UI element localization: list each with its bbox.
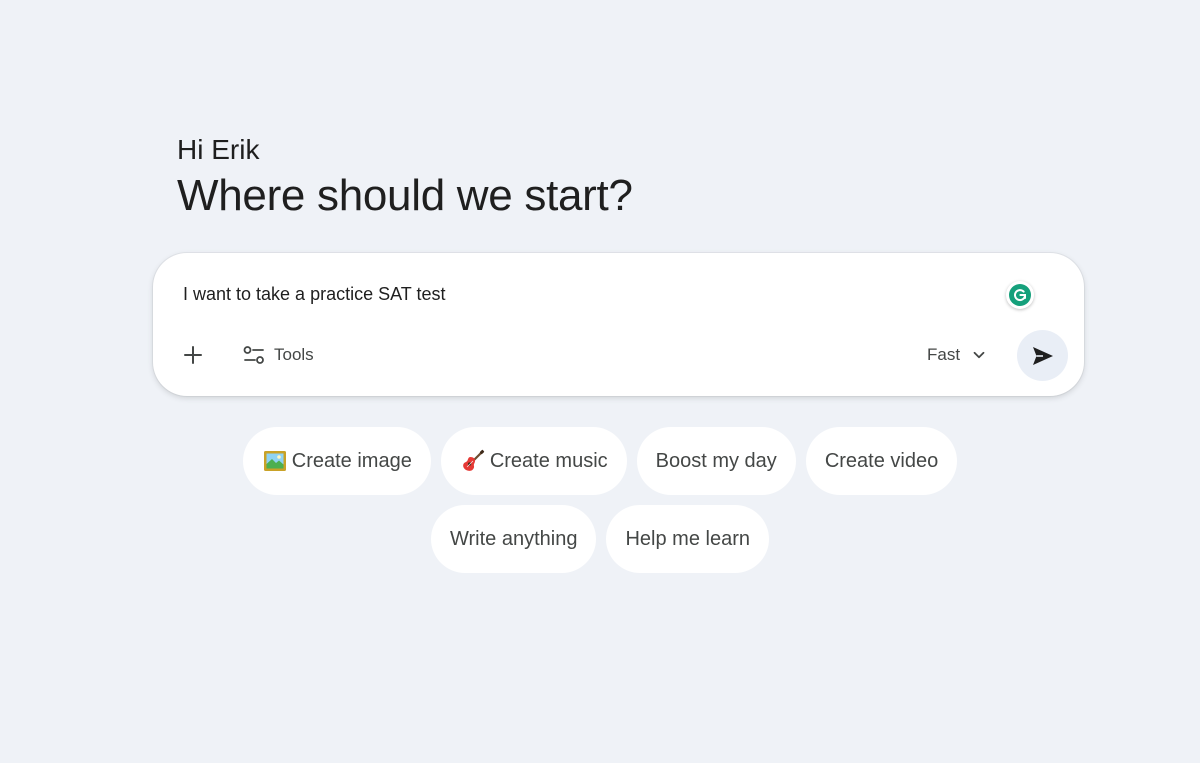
grammarly-g-glyph xyxy=(1014,289,1027,302)
greeting-text: Hi Erik xyxy=(177,134,260,165)
chip-create-image-label: Create image xyxy=(291,449,412,472)
picture-icon xyxy=(262,448,288,474)
prompt-input[interactable]: I want to take a practice SAT test xyxy=(183,282,445,306)
chip-create-music[interactable]: Create music xyxy=(440,427,627,495)
suggestion-row-1: Create image Create music Boost my day C… xyxy=(242,427,958,495)
chip-create-image[interactable]: Create image xyxy=(242,427,431,495)
chip-write-anything[interactable]: Write anything xyxy=(431,505,597,573)
tools-button[interactable]: Tools xyxy=(233,337,324,373)
model-label: Fast xyxy=(927,345,961,364)
chip-help-me-learn[interactable]: Help me learn xyxy=(606,505,769,573)
chip-help-me-learn-label: Help me learn xyxy=(625,527,750,550)
suggestion-chips: Create image Create music Boost my day C… xyxy=(0,427,1200,573)
tools-sliders-icon xyxy=(243,346,264,364)
tools-label: Tools xyxy=(274,345,314,364)
grammarly-badge xyxy=(1009,284,1031,306)
model-selector[interactable]: Fast xyxy=(919,337,994,373)
chip-boost-my-day-label: Boost my day xyxy=(655,449,777,472)
chip-create-video[interactable]: Create video xyxy=(805,427,958,495)
send-button[interactable] xyxy=(1017,330,1068,381)
grammarly-icon[interactable] xyxy=(1006,281,1034,309)
prompt-composer: I want to take a practice SAT test Tools… xyxy=(153,253,1084,396)
chip-boost-my-day[interactable]: Boost my day xyxy=(636,427,796,495)
suggestion-row-2: Write anything Help me learn xyxy=(431,505,769,573)
chip-write-anything-label: Write anything xyxy=(450,527,578,550)
chip-create-video-label: Create video xyxy=(824,449,939,472)
guitar-icon xyxy=(460,448,486,474)
page-headline: Where should we start? xyxy=(177,171,633,220)
chip-create-music-label: Create music xyxy=(489,449,608,472)
send-icon xyxy=(1032,346,1053,365)
plus-icon xyxy=(184,346,202,364)
add-attachment-button[interactable] xyxy=(175,337,211,373)
chevron-down-icon xyxy=(973,351,985,359)
